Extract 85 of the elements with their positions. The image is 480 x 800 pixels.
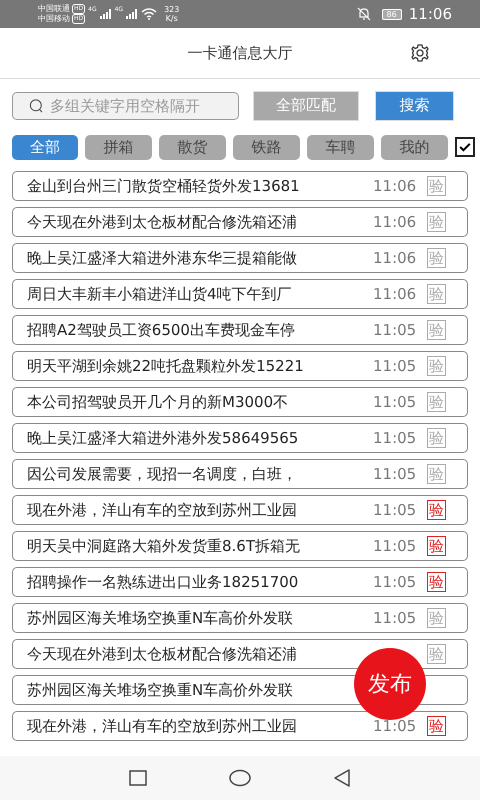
signal-icon <box>126 9 138 19</box>
category-tab[interactable]: 全部 <box>12 134 78 160</box>
post-row[interactable]: 现在外港，洋山有车的空放到苏州工业园 11:05 验 <box>12 711 468 741</box>
verify-tag: 验 <box>427 428 446 448</box>
post-row[interactable]: 苏州园区海关堆场空换重N车高价外发联 11:05 验 <box>12 603 468 633</box>
post-time: 11:05 <box>373 717 418 735</box>
verify-tag: 验 <box>427 716 446 736</box>
carrier-name: 中国联通 <box>38 4 70 14</box>
category-tab[interactable]: 散货 <box>159 134 226 160</box>
post-row[interactable]: 招聘操作一名熟练进出口业务18251700 11:05 验 <box>12 567 468 597</box>
verify-tag: 验 <box>427 320 446 340</box>
signal-icon <box>100 9 112 19</box>
post-time: 11:05 <box>373 573 418 591</box>
post-row[interactable]: 现在外港，洋山有车的空放到苏州工业园 11:05 验 <box>12 495 468 525</box>
post-title: 招聘操作一名熟练进出口业务18251700 <box>27 572 300 592</box>
verify-tag: 验 <box>427 644 446 664</box>
post-time: 11:05 <box>373 393 418 411</box>
post-title: 本公司招驾驶员开几个月的新M3000不 <box>27 392 290 412</box>
bell-off-icon <box>356 7 371 21</box>
post-row[interactable]: 今天现在外港到太仓板材配合修洗箱还浦 验 <box>12 639 468 669</box>
verify-tag: 验 <box>427 464 446 484</box>
verify-tag: 验 <box>427 284 446 304</box>
post-title: 晚上吴江盛泽大箱进外港外发58649565 <box>27 428 300 448</box>
verify-tag: 验 <box>427 248 446 268</box>
speed-value: 323 <box>164 5 180 14</box>
post-row[interactable]: 招聘A2驾驶员工资6500出车费现金车停 11:05 验 <box>12 315 468 345</box>
post-row[interactable]: 明天吴中洞庭路大箱外发货重8.6T拆箱无 11:05 验 <box>12 531 468 561</box>
checkbox[interactable] <box>455 137 475 157</box>
post-title: 金山到台州三门散货空桶轻货外发13681 <box>27 176 301 196</box>
wifi-icon <box>141 8 158 20</box>
settings-icon[interactable] <box>410 43 430 63</box>
post-title: 晚上吴江盛泽大箱进外港东华三提箱能做 <box>27 248 298 268</box>
post-row[interactable]: 周日大丰新丰小箱进洋山货4吨下午到厂 11:06 验 <box>12 279 468 309</box>
search-field[interactable]: 多组关键字用空格隔开 <box>12 92 239 120</box>
back-icon[interactable] <box>332 768 352 788</box>
verify-tag: 验 <box>427 536 446 556</box>
post-row[interactable]: 晚上吴江盛泽大箱进外港东华三提箱能做 11:06 验 <box>12 243 468 273</box>
battery-level: 86 <box>382 8 402 20</box>
post-row[interactable]: 本公司招驾驶员开几个月的新M3000不 11:05 验 <box>12 387 468 417</box>
home-icon[interactable] <box>228 768 252 788</box>
post-time: 11:05 <box>373 609 418 627</box>
post-title: 周日大丰新丰小箱进洋山货4吨下午到厂 <box>27 284 293 304</box>
post-title: 今天现在外港到太仓板材配合修洗箱还浦 <box>27 644 298 664</box>
post-title: 今天现在外港到太仓板材配合修洗箱还浦 <box>27 212 298 232</box>
post-time: 11:05 <box>373 321 418 339</box>
recents-icon[interactable] <box>128 768 148 788</box>
verify-tag: 验 <box>427 356 446 376</box>
post-time: 11:05 <box>373 537 418 555</box>
post-title: 苏州园区海关堆场空换重N车高价外发联 <box>27 608 294 628</box>
post-title: 明天吴中洞庭路大箱外发货重8.6T拆箱无 <box>27 536 302 556</box>
category-tab[interactable]: 我的 <box>381 134 448 160</box>
post-time: 11:06 <box>373 177 418 195</box>
post-title: 因公司发展需要，现招一名调度，白班， <box>27 464 298 484</box>
post-time: 11:06 <box>373 285 418 303</box>
speed-unit: K/s <box>166 14 178 23</box>
post-title: 招聘A2驾驶员工资6500出车费现金车停 <box>27 320 296 340</box>
post-time: 11:06 <box>373 213 418 231</box>
verify-tag: 验 <box>427 500 446 520</box>
post-time: 11:05 <box>373 501 418 519</box>
post-title: 苏州园区海关堆场空换重N车高价外发联 <box>27 680 294 700</box>
verify-tag: 验 <box>427 212 446 232</box>
carrier-name: 中国移动 <box>38 14 70 24</box>
publish-button[interactable]: 发布 <box>354 648 426 720</box>
post-row[interactable]: 晚上吴江盛泽大箱进外港外发58649565 11:05 验 <box>12 423 468 453</box>
post-row[interactable]: 明天平湖到余姚22吨托盘颗粒外发15221 11:05 验 <box>12 351 468 381</box>
category-tab[interactable]: 铁路 <box>233 134 300 160</box>
verify-tag: 验 <box>427 392 446 412</box>
category-tab[interactable]: 车聘 <box>307 134 374 160</box>
post-row[interactable]: 因公司发展需要，现招一名调度，白班， 11:05 验 <box>12 459 468 489</box>
post-time: 11:06 <box>373 249 418 267</box>
verify-tag: 验 <box>427 176 446 196</box>
post-title: 明天平湖到余姚22吨托盘颗粒外发15221 <box>27 356 305 376</box>
post-time: 11:05 <box>373 357 418 375</box>
verify-tag: 验 <box>427 608 446 628</box>
verify-tag: 验 <box>427 572 446 592</box>
post-time: 11:05 <box>373 465 418 483</box>
post-row[interactable]: 今天现在外港到太仓板材配合修洗箱还浦 11:06 验 <box>12 207 468 237</box>
post-title: 现在外港，洋山有车的空放到苏州工业园 <box>27 500 298 520</box>
category-tab[interactable]: 拼箱 <box>85 134 152 160</box>
search-button[interactable]: 搜索 <box>375 90 454 120</box>
clock: 11:06 <box>408 5 452 23</box>
post-row[interactable]: 金山到台州三门散货空桶轻货外发13681 11:06 验 <box>12 171 468 201</box>
post-title: 现在外港，洋山有车的空放到苏州工业园 <box>27 716 298 736</box>
page-title: 一卡通信息大厅 <box>188 44 292 62</box>
post-time: 11:05 <box>373 429 418 447</box>
